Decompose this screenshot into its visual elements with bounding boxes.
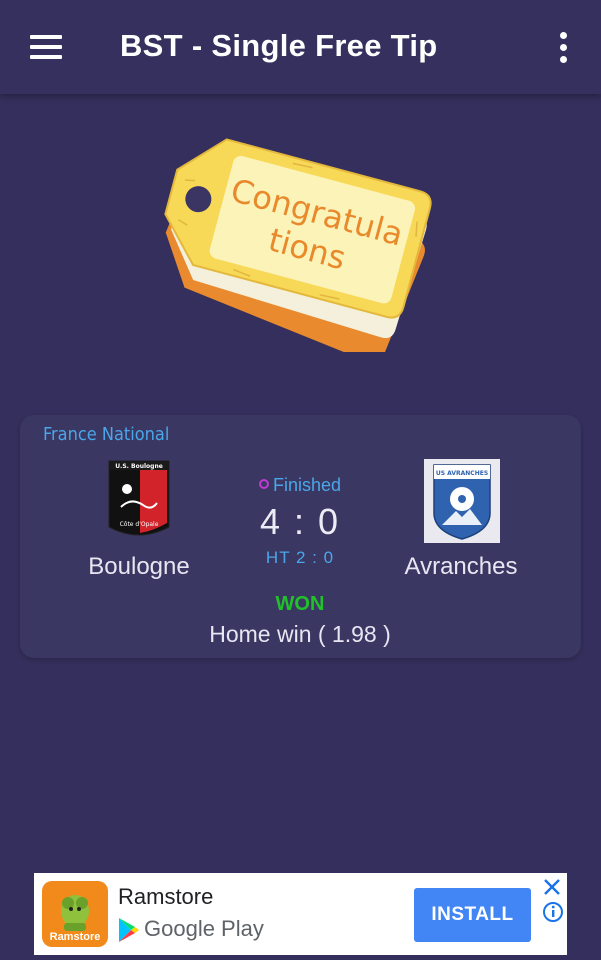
match-card[interactable]: France National U.S. Boulogne Côte d'Opa… bbox=[20, 415, 581, 658]
ad-icon-label: Ramstore bbox=[49, 931, 101, 943]
info-icon[interactable] bbox=[542, 901, 564, 923]
more-vert-icon[interactable] bbox=[548, 28, 580, 68]
app-bar: BST - Single Free Tip bbox=[0, 0, 601, 94]
install-button[interactable]: INSTALL bbox=[414, 888, 531, 942]
match-status: Finished bbox=[200, 475, 400, 496]
away-team-logo: US AVRANCHES bbox=[424, 459, 500, 543]
league-name: France National bbox=[43, 424, 170, 445]
ad-app-name[interactable]: Ramstore bbox=[118, 884, 213, 910]
svg-text:U.S. Boulogne: U.S. Boulogne bbox=[115, 463, 163, 470]
congratulations-banner: Congratula tions bbox=[158, 112, 448, 363]
status-text: Finished bbox=[272, 475, 342, 495]
ad-store-label: Google Play bbox=[144, 916, 264, 941]
close-icon[interactable] bbox=[542, 877, 562, 897]
home-team-name: Boulogne bbox=[88, 553, 190, 580]
status-dot-icon bbox=[258, 479, 269, 490]
svg-text:US AVRANCHES: US AVRANCHES bbox=[436, 470, 488, 477]
svg-text:Côte d'Opale: Côte d'Opale bbox=[120, 521, 159, 528]
tag-illustration: Congratula tions bbox=[164, 138, 432, 363]
page-title: BST - Single Free Tip bbox=[120, 28, 438, 63]
ad-app-icon[interactable]: Ramstore bbox=[42, 881, 108, 947]
ad-banner[interactable]: Ramstore Ramstore Google Play INSTALL bbox=[34, 873, 567, 955]
tip-pick: Home win ( 1.98 ) bbox=[209, 621, 391, 647]
away-team-name: Avranches bbox=[404, 553, 518, 580]
final-score: 4 : 0 bbox=[259, 501, 341, 542]
home-team-logo: U.S. Boulogne Côte d'Opale bbox=[108, 460, 170, 536]
hamburger-menu-icon[interactable] bbox=[22, 30, 70, 66]
google-play-icon bbox=[119, 918, 139, 942]
result-badge: WON bbox=[275, 593, 325, 615]
